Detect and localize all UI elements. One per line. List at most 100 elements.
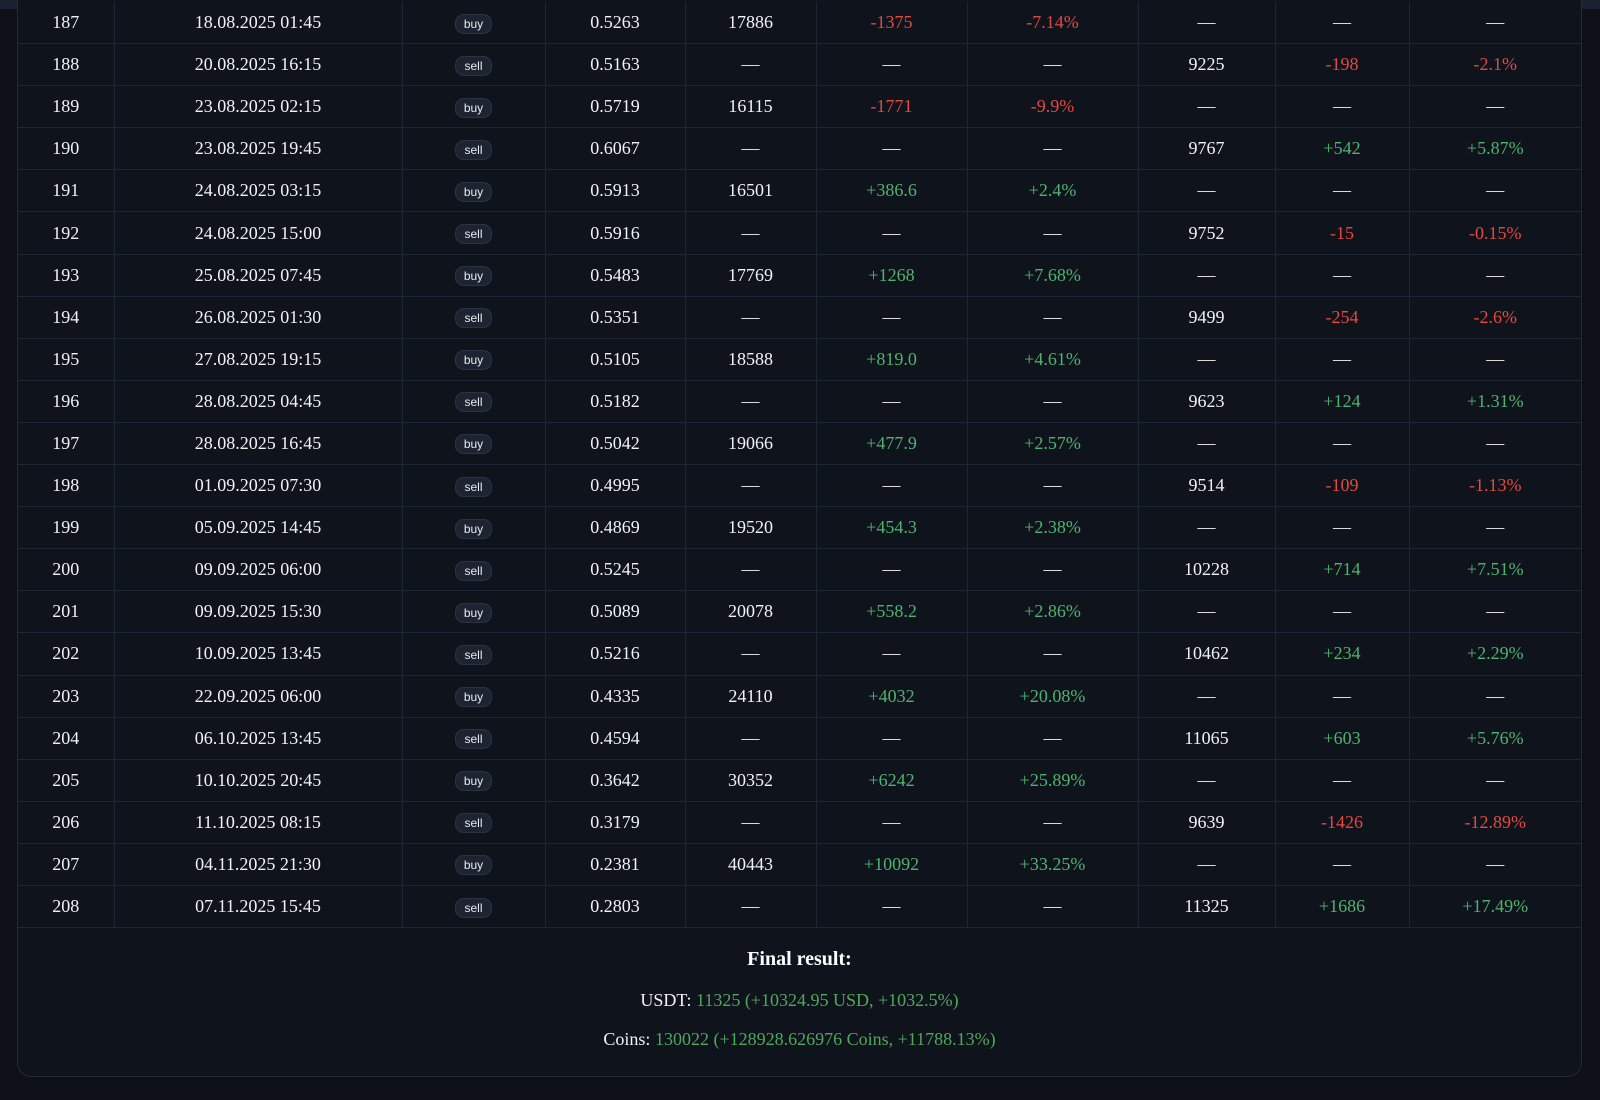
table-row: 189 23.08.2025 02:15 buy 0.5719 16115 -1771 -9… — [18, 85, 1581, 129]
trade-pnl-cell: +477.9 — [816, 422, 968, 466]
trade-usdt-pnl-cell: — — [1275, 169, 1410, 213]
trade-side-cell: buy — [402, 254, 546, 297]
final-result-title: Final result: — [747, 948, 852, 970]
trade-usdt-pct-cell: -1.13% — [1409, 464, 1581, 508]
trade-pnl-cell: +10092 — [816, 843, 968, 886]
trade-pnl-pct-cell: — — [967, 632, 1139, 676]
trade-price-cell: 0.4995 — [545, 464, 686, 508]
trade-usdt-pct-cell: +7.51% — [1409, 548, 1581, 592]
trade-usdt-pct-cell: +17.49% — [1409, 885, 1581, 929]
trade-usdt-cell: 9752 — [1138, 211, 1276, 255]
table-row: 204 06.10.2025 13:45 sell 0.4594— — —11065 +60… — [18, 717, 1581, 760]
table-row: 200 09.09.2025 06:00 sell 0.5245— — —10228 +71… — [18, 548, 1581, 592]
trade-pnl-cell: — — [816, 211, 968, 255]
trade-usdt-cell: 9767 — [1138, 127, 1276, 171]
trade-usdt-pct-cell: — — [1409, 2, 1581, 45]
trade-price-cell: 0.5913 — [545, 169, 686, 213]
trade-pnl-pct-cell: +20.08% — [967, 675, 1139, 718]
trade-usdt-pct-cell: — — [1409, 759, 1581, 802]
side-badge: sell — [455, 476, 492, 497]
trade-pnl-pct-cell: +25.89% — [967, 759, 1139, 802]
trade-qty-cell: 40443 — [685, 843, 817, 886]
table-row: 197 28.08.2025 16:45 buy 0.5042 19066 +477.9 +… — [18, 422, 1581, 466]
trade-id-cell: 197 — [18, 422, 115, 466]
trade-qty-cell: 17886 — [685, 2, 817, 45]
trade-price-cell: 0.5719 — [545, 85, 686, 129]
table-row: 192 24.08.2025 15:00 sell 0.5916— — —9752 -15-… — [18, 211, 1581, 255]
table-row: 194 26.08.2025 01:30 sell 0.5351— — —9499 -254… — [18, 296, 1581, 339]
trade-datetime-cell: 24.08.2025 03:15 — [114, 169, 403, 213]
trade-datetime-cell: 04.11.2025 21:30 — [114, 843, 403, 886]
side-badge: sell — [455, 644, 492, 665]
trade-side-cell: buy — [402, 2, 546, 45]
table-row: 208 07.11.2025 15:45 sell 0.2803— — —11325 +16… — [18, 885, 1581, 929]
trade-usdt-cell: 9623 — [1138, 380, 1276, 423]
side-badge: sell — [455, 139, 492, 160]
trade-usdt-pct-cell: — — [1409, 254, 1581, 297]
trade-usdt-pnl-cell: -15 — [1275, 211, 1410, 255]
trade-usdt-pnl-cell: +124 — [1275, 380, 1410, 423]
final-coins-line: Coins: 130022 (+128928.626976 Coins, +11… — [18, 1029, 1581, 1050]
trade-price-cell: 0.3642 — [545, 759, 686, 802]
side-badge: buy — [454, 181, 493, 202]
trade-pnl-pct-cell: -9.9% — [967, 85, 1139, 129]
trade-side-cell: buy — [402, 85, 546, 129]
trade-side-cell: sell — [402, 632, 546, 676]
trade-price-cell: 0.5483 — [545, 254, 686, 297]
trade-usdt-cell: — — [1138, 590, 1276, 634]
trade-usdt-pnl-cell: +603 — [1275, 717, 1410, 760]
trade-datetime-cell: 11.10.2025 08:15 — [114, 801, 403, 844]
trade-usdt-cell: 10228 — [1138, 548, 1276, 592]
trade-pnl-cell: -1375 — [816, 2, 968, 45]
trade-datetime-cell: 09.09.2025 06:00 — [114, 548, 403, 592]
trade-usdt-pnl-cell: — — [1275, 590, 1410, 634]
trade-id-cell: 201 — [18, 590, 115, 634]
trade-pnl-cell: — — [816, 43, 968, 87]
trade-datetime-cell: 28.08.2025 04:45 — [114, 380, 403, 423]
trade-side-cell: sell — [402, 127, 546, 171]
trade-datetime-cell: 22.09.2025 06:00 — [114, 675, 403, 718]
trade-side-cell: sell — [402, 885, 546, 929]
trade-side-cell: sell — [402, 801, 546, 844]
trade-usdt-cell: — — [1138, 85, 1276, 129]
trade-pnl-cell: — — [816, 885, 968, 929]
trade-qty-cell: 16501 — [685, 169, 817, 213]
trade-usdt-pnl-cell: — — [1275, 2, 1410, 45]
side-badge: buy — [454, 771, 493, 792]
trade-datetime-cell: 18.08.2025 01:45 — [114, 2, 403, 45]
trade-datetime-cell: 05.09.2025 14:45 — [114, 506, 403, 550]
trade-pnl-pct-cell: +2.38% — [967, 506, 1139, 550]
trade-qty-cell: 30352 — [685, 759, 817, 802]
side-badge: buy — [454, 602, 493, 623]
trade-pnl-cell: +386.6 — [816, 169, 968, 213]
trade-pnl-pct-cell: +7.68% — [967, 254, 1139, 297]
side-badge: sell — [455, 897, 492, 918]
trade-datetime-cell: 09.09.2025 15:30 — [114, 590, 403, 634]
trade-usdt-cell: — — [1138, 506, 1276, 550]
trade-pnl-cell: — — [816, 464, 968, 508]
trade-usdt-pct-cell: +5.87% — [1409, 127, 1581, 171]
trade-pnl-pct-cell: — — [967, 43, 1139, 87]
side-badge: sell — [455, 224, 492, 245]
trade-id-cell: 188 — [18, 43, 115, 87]
trade-pnl-pct-cell: — — [967, 717, 1139, 760]
trade-id-cell: 192 — [18, 211, 115, 255]
trade-qty-cell: — — [685, 127, 817, 171]
trade-pnl-pct-cell: — — [967, 211, 1139, 255]
trade-datetime-cell: 20.08.2025 16:15 — [114, 43, 403, 87]
trade-usdt-pct-cell: +2.29% — [1409, 632, 1581, 676]
trade-pnl-cell: — — [816, 632, 968, 676]
trade-price-cell: 0.4594 — [545, 717, 686, 760]
trade-usdt-cell: — — [1138, 254, 1276, 297]
trade-usdt-pnl-cell: -254 — [1275, 296, 1410, 339]
trade-usdt-pnl-cell: — — [1275, 506, 1410, 550]
trade-pnl-cell: +819.0 — [816, 338, 968, 381]
table-row: 198 01.09.2025 07:30 sell 0.4995— — —9514 -109… — [18, 464, 1581, 508]
trade-side-cell: buy — [402, 422, 546, 466]
trade-usdt-pnl-cell: — — [1275, 254, 1410, 297]
trade-side-cell: sell — [402, 717, 546, 760]
trade-usdt-pnl-cell: -1426 — [1275, 801, 1410, 844]
trade-id-cell: 203 — [18, 675, 115, 718]
trade-pnl-cell: +558.2 — [816, 590, 968, 634]
trade-qty-cell: 24110 — [685, 675, 817, 718]
